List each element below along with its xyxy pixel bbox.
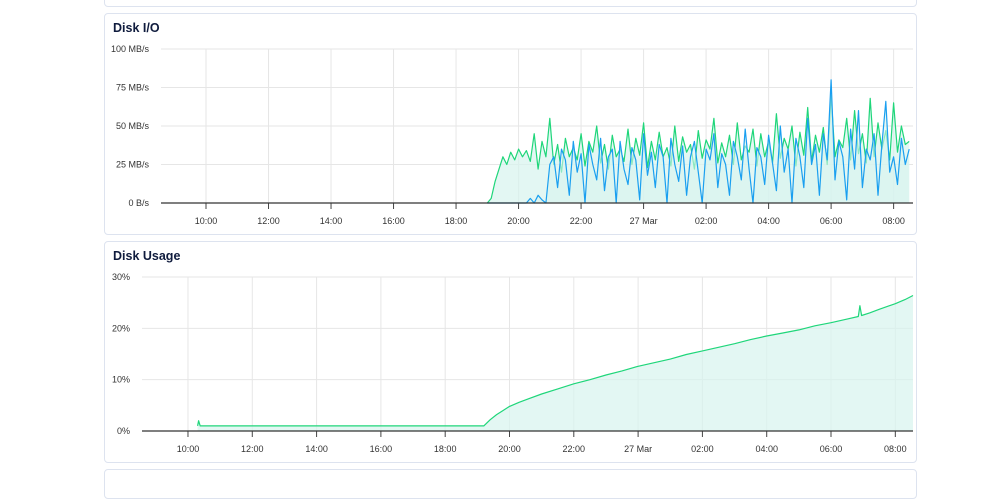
x-tick-label: 04:00 [755,444,778,454]
previous-panel [104,0,917,7]
y-tick-label: 10% [112,375,130,385]
disk-io-panel: Disk I/O 0 B/s 25 MB/s 50 MB/s 75 MB/s 100 M… [104,13,917,235]
x-tick-label: 16:00 [370,444,393,454]
x-tick-label: 18:00 [445,216,468,226]
y-tick-label: 25 MB/s [116,160,150,170]
x-tick-label: 20:00 [507,216,530,226]
x-tick-label: 10:00 [195,216,218,226]
x-tick-label: 04:00 [757,216,780,226]
x-tick-label: 27 Mar [630,216,658,226]
y-tick-label: 100 MB/s [111,44,150,54]
y-tick-label: 20% [112,323,130,333]
x-tick-label: 14:00 [320,216,343,226]
x-tick-label: 02:00 [691,444,714,454]
x-tick-label: 20:00 [498,444,521,454]
x-tick-label: 08:00 [884,444,907,454]
y-tick-label: 50 MB/s [116,121,150,131]
y-tick-label: 30% [112,272,130,282]
next-panel [104,469,917,499]
x-tick-label: 08:00 [882,216,905,226]
x-tick-label: 06:00 [820,216,843,226]
x-tick-label: 27 Mar [624,444,652,454]
x-tick-label: 06:00 [820,444,843,454]
x-tick-label: 22:00 [570,216,593,226]
series-area-usage [197,295,914,431]
disk-usage-chart: 0% 10% 20% 30% 10:00 12:00 14:00 16:00 18:00 20:0… [112,272,914,454]
x-tick-label: 16:00 [382,216,405,226]
y-tick-label: 0% [117,426,130,436]
y-tick-label: 75 MB/s [116,83,150,93]
disk-io-chart: 0 B/s 25 MB/s 50 MB/s 75 MB/s 100 MB/s 10:00 1… [111,44,913,226]
x-tick-label: 22:00 [563,444,586,454]
y-tick-label: 0 B/s [128,198,149,208]
x-tick-label: 02:00 [695,216,718,226]
x-tick-label: 12:00 [241,444,264,454]
x-tick-label: 10:00 [177,444,200,454]
x-tick-label: 14:00 [305,444,328,454]
disk-usage-panel: Disk Usage 0% 10% 20% 30% 10:00 12:00 14:00 16:… [104,241,917,463]
x-tick-label: 18:00 [434,444,457,454]
x-tick-label: 12:00 [257,216,280,226]
